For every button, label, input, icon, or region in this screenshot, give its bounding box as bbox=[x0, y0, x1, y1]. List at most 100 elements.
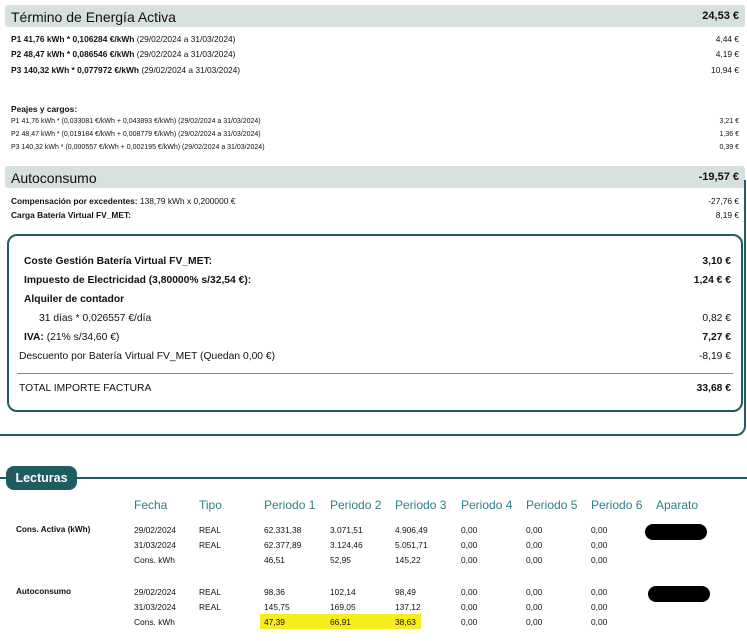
total-amount: 33,68 € bbox=[696, 383, 731, 394]
col-header-tipo: Tipo bbox=[199, 498, 222, 512]
table-cell: 0,00 bbox=[526, 555, 543, 565]
coste-gestion-label: Coste Gestión Batería Virtual FV_MET: bbox=[24, 256, 213, 267]
table-cell: 0,00 bbox=[461, 602, 478, 612]
peajes-line-text: P1 41,76 kWh * (0,033081 €/kWh + 0,04389… bbox=[11, 118, 261, 125]
table-cell: 38,63 bbox=[395, 617, 416, 627]
table-cell: 29/02/2024 bbox=[134, 525, 176, 535]
table-cell: 31/03/2024 bbox=[134, 540, 176, 550]
redacted-aparato bbox=[648, 586, 710, 602]
alquiler-title-line: Alquiler de contador bbox=[9, 292, 741, 308]
table-cell: 0,00 bbox=[591, 602, 608, 612]
energia-line-dates: (29/02/2024 a 31/03/2024) bbox=[139, 65, 241, 75]
table-cell: 62.377,89 bbox=[264, 540, 302, 550]
peajes-line-p2: P2 48,47 kWh * (0,019184 €/kWh + 0,00877… bbox=[11, 129, 739, 141]
table-cell: 137,12 bbox=[395, 602, 421, 612]
descuento-label: Descuento por Batería Virtual FV_MET (Qu… bbox=[19, 351, 276, 362]
descuento-line: Descuento por Batería Virtual FV_MET (Qu… bbox=[9, 349, 741, 365]
table-cell: 62.331,38 bbox=[264, 525, 302, 535]
table-cell: 98,36 bbox=[264, 587, 285, 597]
coste-gestion-line: Coste Gestión Batería Virtual FV_MET: 3,… bbox=[9, 254, 741, 270]
table-cell: 0,00 bbox=[526, 587, 543, 597]
energia-line-dates: (29/02/2024 a 31/03/2024) bbox=[134, 34, 236, 44]
peajes-line-text: P2 48,47 kWh * (0,019184 €/kWh + 0,00877… bbox=[11, 131, 261, 138]
table-cell: 0,00 bbox=[591, 587, 608, 597]
peajes-title: Peajes y cargos: bbox=[11, 103, 739, 115]
redacted-aparato bbox=[645, 524, 707, 540]
iva-amount: 7,27 € bbox=[702, 332, 731, 343]
col-header-aparato: Aparato bbox=[656, 498, 699, 512]
impuesto-line: Impuesto de Electricidad (3,80000% s/32,… bbox=[9, 273, 741, 289]
energia-line-amount: 10,94 € bbox=[711, 65, 739, 75]
table-cell: REAL bbox=[199, 602, 221, 612]
table-cell: 0,00 bbox=[591, 525, 608, 535]
total-line: TOTAL IMPORTE FACTURA 33,68 € bbox=[9, 381, 741, 397]
summary-box: Coste Gestión Batería Virtual FV_MET: 3,… bbox=[7, 234, 743, 412]
table-cell: 0,00 bbox=[461, 525, 478, 535]
energia-line-amount: 4,19 € bbox=[715, 49, 739, 59]
table-cell: 0,00 bbox=[526, 617, 543, 627]
energia-activa-title: Término de Energía Activa bbox=[11, 9, 176, 25]
table-cell: 145,22 bbox=[395, 555, 421, 565]
table-cell: REAL bbox=[199, 587, 221, 597]
alquiler-detail: 31 días * 0,026557 €/día bbox=[39, 313, 152, 324]
impuesto-amount: 1,24 € € bbox=[693, 275, 731, 286]
impuesto-label: Impuesto de Electricidad (3,80000% s/32,… bbox=[24, 275, 252, 286]
table-cell: 145,75 bbox=[264, 602, 290, 612]
descuento-amount: -8,19 € bbox=[698, 351, 731, 362]
col-header-periodo3: Periodo 3 bbox=[395, 498, 447, 512]
table-cell: 0,00 bbox=[461, 587, 478, 597]
table-cell: 0,00 bbox=[591, 617, 608, 627]
table-cell: 46,51 bbox=[264, 555, 285, 565]
energia-activa-header: Término de Energía Activa 24,53 € bbox=[5, 5, 745, 27]
table-cell: Cons. kWh bbox=[134, 555, 175, 565]
table-cell: 3.071,51 bbox=[330, 525, 363, 535]
energia-activa-total: 24,53 € bbox=[702, 10, 739, 22]
table-cell: 31/03/2024 bbox=[134, 602, 176, 612]
col-header-periodo6: Periodo 6 bbox=[591, 498, 643, 512]
table-cell: 98,49 bbox=[395, 587, 416, 597]
table-cell: 0,00 bbox=[591, 555, 608, 565]
table-cell: 66,91 bbox=[330, 617, 351, 627]
peajes-line-p1: P1 41,76 kWh * (0,033081 €/kWh + 0,04389… bbox=[11, 116, 739, 128]
energia-line-dates: (29/02/2024 a 31/03/2024) bbox=[134, 49, 236, 59]
energia-line-p3: P3 140,32 kWh * 0,077972 €/kWh (29/02/20… bbox=[11, 64, 739, 76]
lecturas-tab: Lecturas bbox=[6, 466, 77, 490]
alquiler-label: Alquiler de contador bbox=[24, 294, 125, 305]
col-header-periodo4: Periodo 4 bbox=[461, 498, 513, 512]
table-cell: 52,95 bbox=[330, 555, 351, 565]
alquiler-detail-line: 31 días * 0,026557 €/día 0,82 € bbox=[9, 311, 741, 327]
table-cell: 0,00 bbox=[461, 617, 478, 627]
table-cell: REAL bbox=[199, 540, 221, 550]
table-cell: 0,00 bbox=[591, 540, 608, 550]
energia-line-formula: P3 140,32 kWh * 0,077972 €/kWh bbox=[11, 65, 140, 75]
peajes-line-p3: P3 140,32 kWh * (0,000557 €/kWh + 0,0021… bbox=[11, 142, 739, 154]
table-cell: 4.906,49 bbox=[395, 525, 428, 535]
col-header-periodo2: Periodo 2 bbox=[330, 498, 382, 512]
iva-line: IVA: (21% s/34,60 €) 7,27 € bbox=[9, 330, 741, 346]
peajes-line-amount: 0,39 € bbox=[719, 144, 739, 151]
energia-line-amount: 4,44 € bbox=[715, 34, 739, 44]
alquiler-amount: 0,82 € bbox=[702, 313, 731, 324]
summary-divider bbox=[17, 373, 733, 374]
table-cell: 0,00 bbox=[526, 540, 543, 550]
peajes-line-amount: 3,21 € bbox=[719, 118, 739, 125]
table-cell: 0,00 bbox=[461, 555, 478, 565]
table-cell: 0,00 bbox=[526, 602, 543, 612]
table-cell: 102,14 bbox=[330, 587, 356, 597]
group-label-cons-activa: Cons. Activa (kWh) bbox=[16, 525, 91, 534]
col-header-periodo5: Periodo 5 bbox=[526, 498, 578, 512]
coste-gestion-amount: 3,10 € bbox=[702, 256, 731, 267]
energia-line-p2: P2 48,47 kWh * 0,086546 €/kWh (29/02/202… bbox=[11, 48, 739, 60]
table-cell: REAL bbox=[199, 525, 221, 535]
table-cell: 3.124,46 bbox=[330, 540, 363, 550]
table-cell: 47,39 bbox=[264, 617, 285, 627]
table-cell: 29/02/2024 bbox=[134, 587, 176, 597]
table-cell: 0,00 bbox=[461, 540, 478, 550]
peajes-line-text: P3 140,32 kWh * (0,000557 €/kWh + 0,0021… bbox=[11, 144, 265, 151]
lecturas-divider bbox=[0, 477, 747, 479]
iva-label: IVA: bbox=[24, 332, 44, 343]
energia-line-formula: P2 48,47 kWh * 0,086546 €/kWh bbox=[11, 49, 135, 59]
table-cell: 0,00 bbox=[526, 525, 543, 535]
group-label-autoconsumo: Autoconsumo bbox=[16, 587, 72, 596]
col-header-periodo1: Periodo 1 bbox=[264, 498, 316, 512]
